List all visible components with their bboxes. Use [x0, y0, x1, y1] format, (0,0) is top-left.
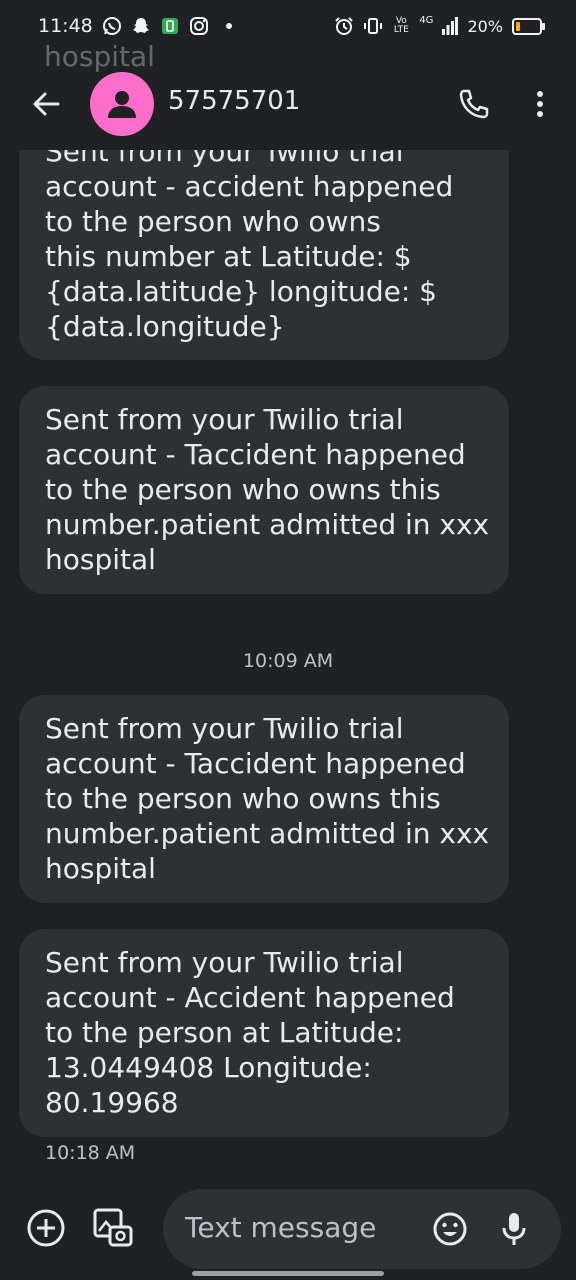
battery-saver-icon: [160, 16, 180, 36]
volte-label: Vo LTE: [393, 16, 409, 35]
emoji-icon: [433, 1212, 467, 1246]
alarm-icon: [334, 16, 354, 36]
date-divider-timestamp: 10:09 AM: [242, 650, 334, 672]
message-line: to the person who owns this: [45, 473, 441, 506]
voice-input-button[interactable]: [499, 1209, 529, 1249]
gesture-nav-handle[interactable]: [192, 1271, 384, 1276]
emoji-button[interactable]: [431, 1210, 469, 1248]
more-vert-icon: [537, 91, 543, 117]
vibrate-icon: [363, 16, 383, 36]
battery-percent: 20%: [467, 16, 503, 36]
message-line: to the person who owns this: [45, 782, 441, 815]
message-line: Sent from your Twilio trial: [45, 946, 404, 979]
message-line: Sent from your Twilio trial: [45, 712, 404, 745]
add-circle-icon: [27, 1209, 65, 1247]
status-time: 11:48: [38, 15, 93, 37]
notification-dot: [225, 23, 232, 29]
message-line: account - Taccident happened: [45, 438, 466, 471]
message-line: hospital: [45, 852, 156, 885]
contact-avatar[interactable]: [90, 72, 154, 136]
back-button[interactable]: [28, 86, 64, 122]
message-line: 13.0449408 Longitude:: [45, 1051, 372, 1084]
message-line: this number at Latitude: $: [45, 240, 412, 273]
person-icon: [108, 91, 136, 118]
network-label: 4G: [419, 14, 434, 26]
message-line: account - Accident happened: [45, 981, 455, 1014]
snapchat-icon: [131, 16, 151, 36]
add-attachment-button[interactable]: [26, 1208, 66, 1248]
message-line: account - Taccident happened: [45, 747, 466, 780]
message-line: {data.longitude}: [45, 310, 285, 343]
message-bubble[interactable]: Sent from your Twilio trial account - Ta…: [19, 386, 509, 594]
message-line: {data.latitude} longitude: $: [45, 275, 437, 308]
message-bubble[interactable]: Sent from your Twilio trial account - Ac…: [19, 929, 509, 1137]
message-bubble[interactable]: Sent from your Twilio trial account - ac…: [19, 150, 509, 360]
whatsapp-icon: [102, 16, 122, 36]
status-right: Vo LTE 4G 20%: [334, 14, 545, 36]
phone-icon: [459, 89, 489, 119]
call-button[interactable]: [456, 86, 492, 122]
contact-name[interactable]: 57575701: [168, 86, 300, 116]
gallery-icon: [93, 1208, 133, 1247]
message-line: to the person at Latitude:: [45, 1016, 404, 1049]
more-options-button[interactable]: [526, 86, 554, 122]
message-line: 80.19968: [45, 1086, 179, 1119]
message-timestamp: 10:18 AM: [45, 1142, 136, 1164]
message-bubble[interactable]: Sent from your Twilio trial account - Ta…: [19, 695, 509, 903]
message-list[interactable]: Sent from your Twilio trial account - ac…: [0, 150, 576, 1180]
compose-placeholder: Text message: [185, 1211, 377, 1244]
conversation-header: 57575701: [0, 64, 576, 148]
message-line: account - accident happened: [45, 170, 454, 203]
message-line: number.patient admitted in xxx: [45, 508, 490, 541]
message-line: number.patient admitted in xxx: [45, 817, 490, 850]
battery-icon: [512, 17, 545, 35]
message-line: Sent from your Twilio trial: [45, 150, 404, 168]
battery-level-fill: [516, 21, 520, 31]
gallery-button[interactable]: [92, 1207, 134, 1249]
message-line: hospital: [45, 543, 156, 576]
instagram-icon: [189, 16, 209, 36]
message-compose-field[interactable]: Text message: [163, 1189, 561, 1269]
message-line: to the person who owns: [45, 205, 381, 238]
status-left: 11:48: [38, 15, 232, 37]
message-line: Sent from your Twilio trial: [45, 403, 404, 436]
back-arrow-icon: [33, 92, 60, 116]
signal-icon: [442, 17, 459, 35]
mic-icon: [502, 1213, 526, 1245]
